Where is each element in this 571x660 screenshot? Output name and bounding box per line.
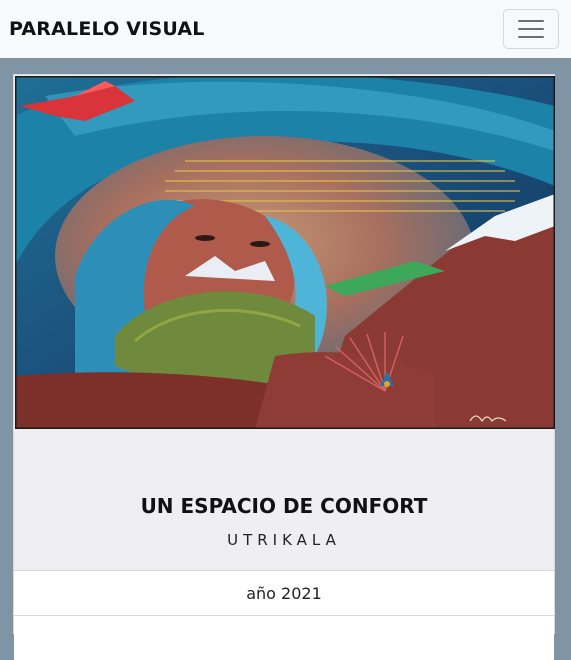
artwork-artist: UTRIKALA xyxy=(227,531,341,549)
artwork-year: año 2021 xyxy=(14,570,554,615)
list-item xyxy=(14,615,554,660)
card-body: UN ESPACIO DE CONFORT UTRIKALA xyxy=(14,430,554,570)
artwork-title: UN ESPACIO DE CONFORT xyxy=(140,494,428,518)
artwork-card: UN ESPACIO DE CONFORT UTRIKALA año 2021 xyxy=(13,74,555,660)
hamburger-icon xyxy=(518,20,544,38)
artwork-image[interactable] xyxy=(15,76,555,429)
navbar-toggle-button[interactable] xyxy=(503,9,559,49)
brand-logo[interactable]: PARALELO VISUAL xyxy=(9,18,205,40)
navbar: PARALELO VISUAL xyxy=(0,0,571,58)
